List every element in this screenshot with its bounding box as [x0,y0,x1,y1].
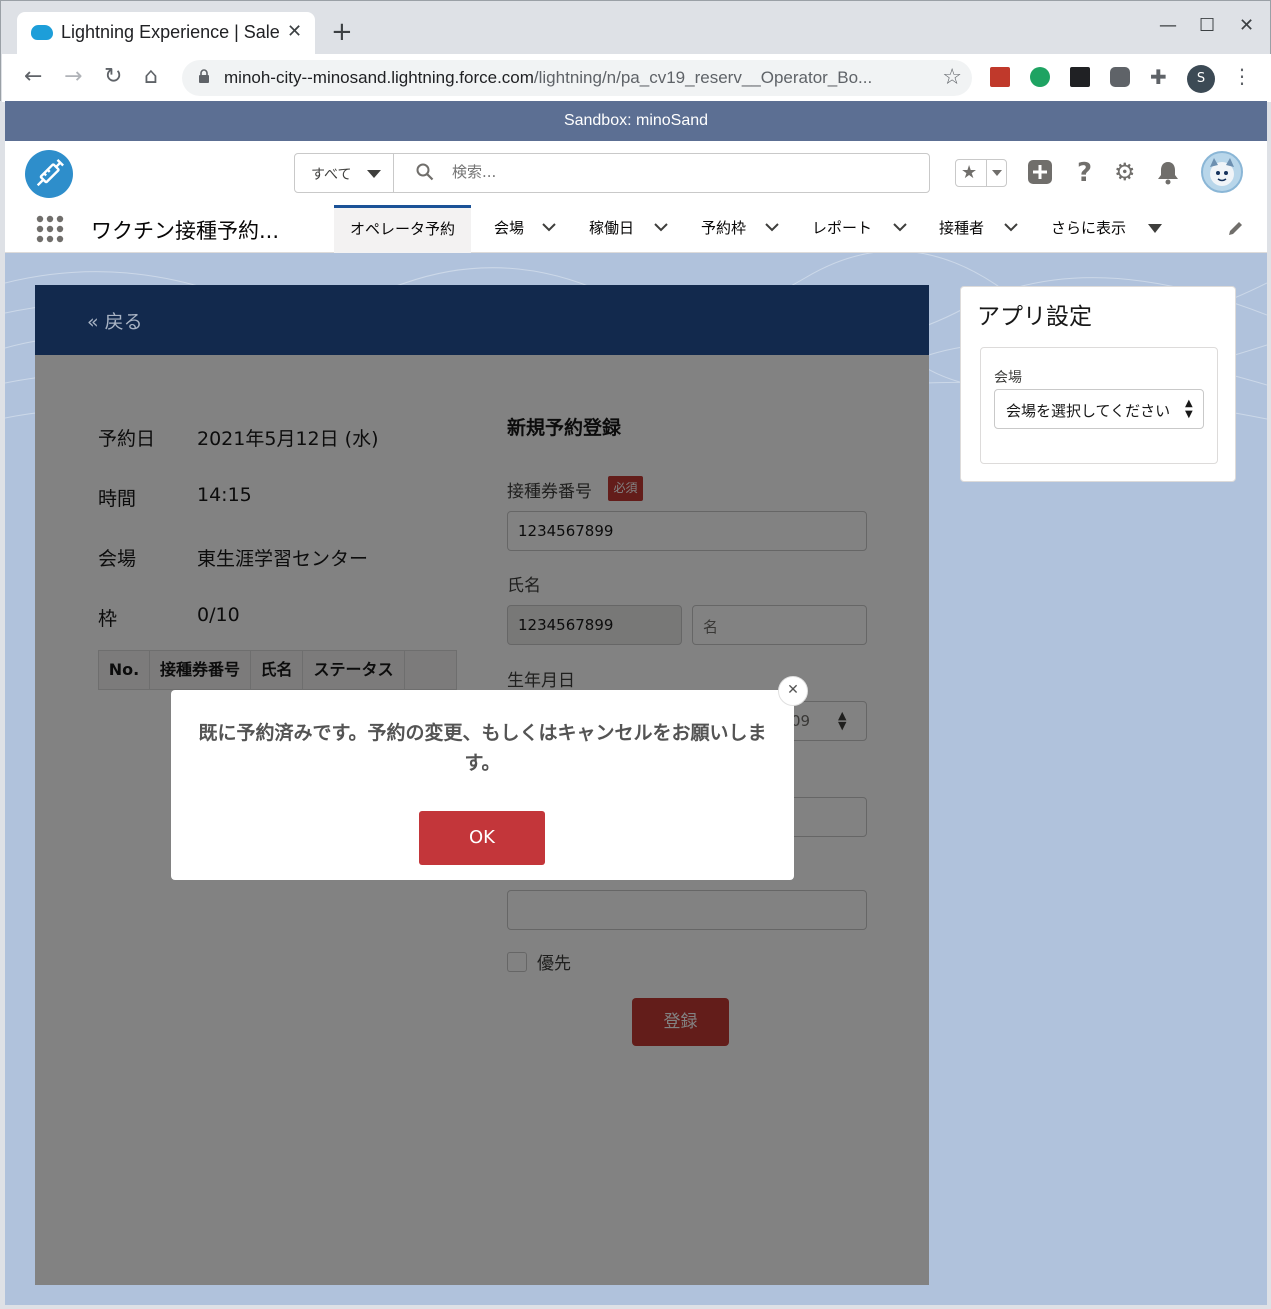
star-icon: ★ [961,162,978,183]
global-actions-plus-icon[interactable] [1026,158,1054,186]
bookmark-star-icon[interactable]: ☆ [942,65,962,90]
address-bar[interactable]: minoh-city--minosand.lightning.force.com… [182,60,972,96]
puzzle-icon[interactable]: ✚ [1150,67,1170,87]
modal-backdrop-top [35,285,929,355]
search-icon [416,163,434,181]
reload-icon[interactable]: ↻ [104,64,122,89]
caret-down-icon [992,170,1002,176]
caret-down-icon [367,170,381,178]
tab-reservation-slot[interactable]: 予約枠 [701,205,746,253]
profile-avatar[interactable]: S [1187,65,1215,93]
tab-recipient[interactable]: 接種者 [939,205,984,253]
tab-operating-day[interactable]: 稼働日 [589,205,634,253]
chevron-down-icon[interactable] [654,222,668,232]
maximize-icon[interactable]: ☐ [1199,15,1215,36]
modal-close-icon[interactable]: ✕ [778,676,808,706]
minimize-icon[interactable]: — [1159,15,1177,36]
browser-toolbar: ← → ↻ ⌂ minoh-city--minosand.lightning.f… [2,54,1271,102]
venue-select[interactable]: 会場を選択してください ▲ ▼ [994,389,1204,429]
extension-green-icon[interactable] [1030,67,1050,87]
select-arrows-icon: ▲ ▼ [1185,398,1193,420]
user-avatar[interactable] [1201,151,1243,193]
help-icon[interactable]: ? [1077,158,1105,188]
new-tab-button[interactable]: + [331,17,353,47]
app-navigation: ワクチン接種予約... オペレータ予約 会場 稼働日 予約枠 レポート 接種者 … [5,205,1267,253]
app-name: ワクチン接種予約... [91,219,280,243]
chevron-down-icon[interactable] [765,222,779,232]
caret-down-icon[interactable] [1148,224,1162,233]
alert-modal: 既に予約済みです。予約の変更、もしくはキャンセルをお願いします。 OK [171,690,794,880]
search-input[interactable] [452,163,912,181]
tab-more[interactable]: さらに表示 [1051,205,1126,253]
window-close-icon[interactable]: ✕ [1239,15,1254,36]
pencil-icon[interactable] [1227,219,1245,237]
salesforce-cloud-icon [31,25,53,40]
extension-bookmark-icon[interactable] [1070,67,1090,87]
browser-chrome: Lightning Experience | Salesforce ✕ + — … [0,0,1271,102]
chevron-down-icon[interactable] [1004,222,1018,232]
global-search[interactable] [393,153,930,193]
lock-icon [199,69,209,83]
tab-venue[interactable]: 会場 [494,205,524,253]
forward-arrow-icon[interactable]: → [64,64,82,89]
app-launcher-icon[interactable] [35,214,65,244]
gear-icon[interactable]: ⚙ [1114,158,1142,186]
chevron-down-icon[interactable] [542,222,556,232]
app-settings-panel: アプリ設定 会場 会場を選択してください ▲ ▼ [960,286,1236,482]
settings-title: アプリ設定 [977,304,1092,330]
tab-operator-reservation[interactable]: オペレータ予約 [334,205,472,253]
tab-close-icon[interactable]: ✕ [287,21,302,42]
browser-tab[interactable]: Lightning Experience | Salesforce ✕ [17,12,315,54]
back-arrow-icon[interactable]: ← [24,64,42,89]
bell-icon[interactable] [1154,158,1182,186]
home-icon[interactable]: ⌂ [144,64,158,89]
url-text: minoh-city--minosand.lightning.force.com… [224,68,873,87]
search-scope-dropdown[interactable]: すべて [294,153,394,193]
syringe-logo-icon [25,150,73,198]
ok-button[interactable]: OK [419,811,545,865]
tab-title: Lightning Experience | Salesforce [61,22,279,42]
favorites-button[interactable]: ★ [955,159,1007,187]
extension-red-icon[interactable] [990,67,1010,87]
line-icon[interactable] [1110,67,1130,87]
more-menu-icon[interactable]: ⋮ [1232,64,1252,88]
chevron-down-icon[interactable] [893,222,907,232]
settings-card: 会場 会場を選択してください ▲ ▼ [980,347,1218,464]
tab-report[interactable]: レポート [812,205,872,253]
global-header: すべて ★ ? ⚙ [5,141,1267,205]
venue-select-label: 会場 [994,370,1022,386]
modal-message: 既に予約済みです。予約の変更、もしくはキャンセルをお願いします。 [198,722,767,774]
sandbox-banner: Sandbox: minoSand [5,101,1267,141]
